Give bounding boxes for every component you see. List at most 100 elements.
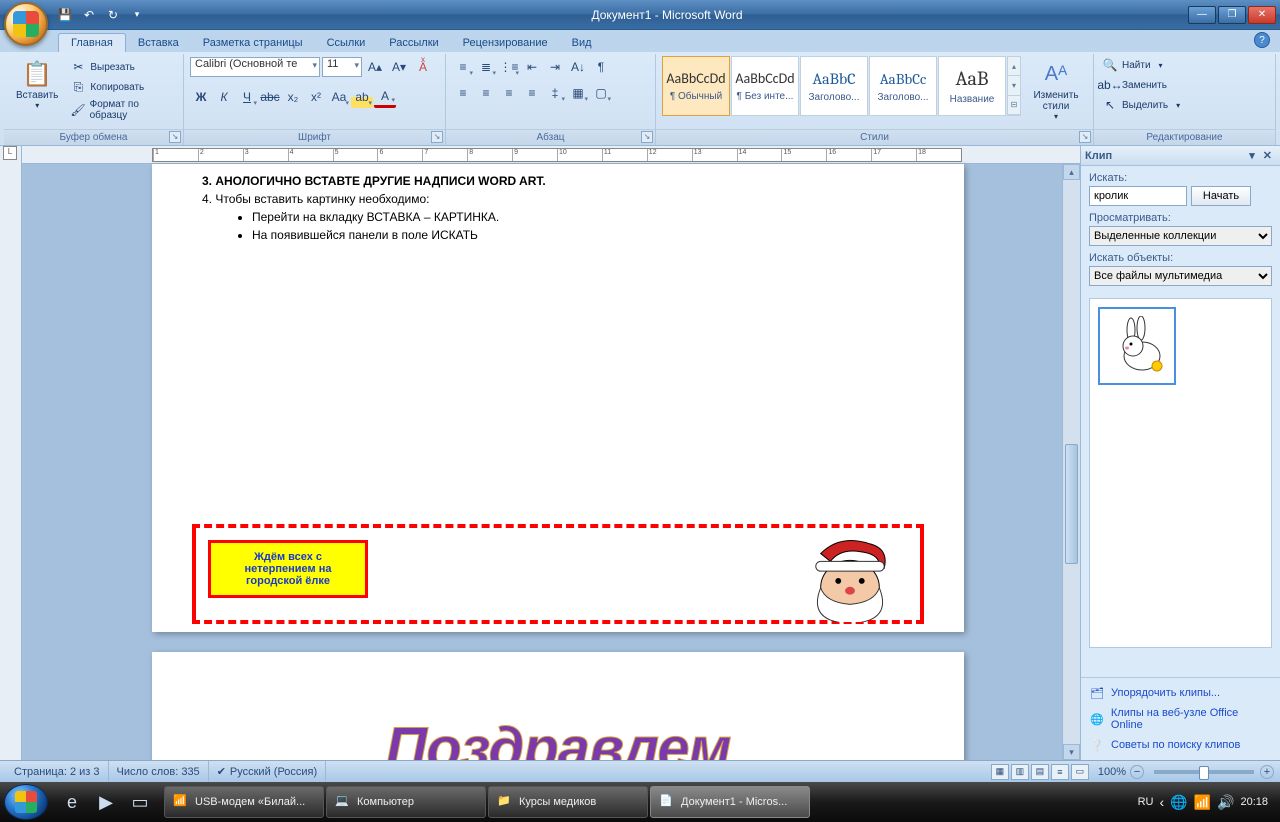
clip-result-rabbit[interactable] [1098, 307, 1176, 385]
style-heading1[interactable]: AaBbCЗаголово... [800, 56, 868, 116]
task-usb-modem[interactable]: 📶USB-модем «Билай... [164, 786, 324, 818]
view-outline[interactable]: ≡ [1051, 764, 1069, 780]
bold-button[interactable]: Ж [190, 86, 212, 108]
zoom-out-button[interactable]: − [1130, 765, 1144, 779]
bullets-button[interactable]: ≡ [452, 56, 474, 78]
tab-home[interactable]: Главная [58, 33, 126, 52]
minimize-button[interactable]: — [1188, 6, 1216, 24]
font-size-combo[interactable]: 11 [322, 57, 362, 77]
qat-more-icon[interactable]: ▾ [128, 6, 146, 24]
tab-references[interactable]: Ссылки [315, 34, 378, 52]
collections-select[interactable]: Выделенные коллекции [1089, 226, 1272, 246]
show-desktop-icon[interactable]: ▭ [126, 788, 154, 816]
tray-expand-icon[interactable]: ‹ [1159, 794, 1164, 810]
superscript-button[interactable]: x² [305, 86, 327, 108]
status-words[interactable]: Число слов: 335 [109, 761, 209, 782]
search-input[interactable] [1089, 186, 1187, 206]
line-spacing-button[interactable]: ‡ [544, 82, 566, 104]
style-title[interactable]: AaBНазвание [938, 56, 1006, 116]
grow-font-button[interactable]: A▴ [364, 56, 386, 78]
styles-dialog-launcher[interactable]: ↘ [1079, 131, 1091, 143]
tab-review[interactable]: Рецензирование [451, 34, 560, 52]
replace-button[interactable]: ab↔Заменить [1100, 76, 1169, 94]
underline-button[interactable]: Ч [236, 86, 258, 108]
shading-button[interactable]: ▦ [567, 82, 589, 104]
ie-icon[interactable]: e [58, 788, 86, 816]
search-go-button[interactable]: Начать [1191, 186, 1251, 206]
close-button[interactable]: ✕ [1248, 6, 1276, 24]
select-button[interactable]: ↖Выделить▾ [1100, 96, 1182, 114]
tab-view[interactable]: Вид [560, 34, 604, 52]
maximize-button[interactable]: ❐ [1218, 6, 1246, 24]
paragraph-dialog-launcher[interactable]: ↘ [641, 131, 653, 143]
multilevel-button[interactable]: ⋮≡ [498, 56, 520, 78]
numbering-button[interactable]: ≣ [475, 56, 497, 78]
scroll-down-button[interactable]: ▾ [1063, 744, 1080, 760]
paste-button[interactable]: 📋 Вставить ▾ [10, 56, 64, 112]
tray-volume-icon[interactable]: 🔊 [1217, 794, 1234, 811]
tray-lang[interactable]: RU [1138, 796, 1154, 808]
task-folder[interactable]: 📁Курсы медиков [488, 786, 648, 818]
start-button[interactable] [4, 784, 48, 820]
media-player-icon[interactable]: ▶ [92, 788, 120, 816]
view-web[interactable]: ▤ [1031, 764, 1049, 780]
view-draft[interactable]: ▭ [1071, 764, 1089, 780]
align-right-button[interactable]: ≡ [498, 82, 520, 104]
view-full-screen[interactable]: ▥ [1011, 764, 1029, 780]
qat-redo-icon[interactable]: ↻ [104, 6, 122, 24]
document-page-2[interactable]: Поздравлем [152, 652, 964, 760]
office-online-link[interactable]: 🌐Клипы на веб-узле Office Online [1089, 704, 1272, 734]
indent-inc-button[interactable]: ⇥ [544, 56, 566, 78]
format-painter-button[interactable]: 🖌Формат по образцу [68, 98, 177, 122]
font-color-button[interactable]: A [374, 86, 396, 108]
shrink-font-button[interactable]: A▾ [388, 56, 410, 78]
types-select[interactable]: Все файлы мультимедиа [1089, 266, 1272, 286]
clipart-dropdown-icon[interactable]: ▾ [1245, 149, 1259, 162]
style-heading2[interactable]: AaBbCcЗаголово... [869, 56, 937, 116]
align-left-button[interactable]: ≡ [452, 82, 474, 104]
scroll-thumb[interactable] [1065, 444, 1078, 564]
organize-clips-link[interactable]: 🗂Упорядочить клипы... [1089, 682, 1272, 704]
change-case-button[interactable]: Aa [328, 86, 350, 108]
style-scroll-up[interactable]: ▴ [1008, 57, 1020, 76]
copy-button[interactable]: ⎘Копировать [68, 78, 177, 96]
style-scroll-down[interactable]: ▾ [1008, 76, 1020, 95]
align-center-button[interactable]: ≡ [475, 82, 497, 104]
search-tips-link[interactable]: ❔Советы по поиску клипов [1089, 734, 1272, 756]
zoom-in-button[interactable]: + [1260, 765, 1274, 779]
tab-page-layout[interactable]: Разметка страницы [191, 34, 315, 52]
task-computer[interactable]: 💻Компьютер [326, 786, 486, 818]
sort-button[interactable]: A↓ [567, 56, 589, 78]
tray-network-icon[interactable]: 🌐 [1170, 794, 1187, 811]
qat-undo-icon[interactable]: ↶ [80, 6, 98, 24]
style-normal[interactable]: AaBbCcDd¶ Обычный [662, 56, 730, 116]
wordart-text[interactable]: Поздравлем [385, 715, 730, 760]
scroll-up-button[interactable]: ▴ [1063, 164, 1080, 180]
tab-insert[interactable]: Вставка [126, 34, 191, 52]
tab-mailings[interactable]: Рассылки [377, 34, 450, 52]
yellow-text-box[interactable]: Ждём всех с нетерпением на городской ёлк… [208, 540, 368, 598]
view-print-layout[interactable]: ▦ [991, 764, 1009, 780]
vertical-scrollbar[interactable]: ▴ ▾ [1062, 164, 1080, 760]
find-button[interactable]: 🔍Найти▾ [1100, 56, 1165, 74]
tab-selector[interactable]: L [3, 146, 17, 160]
status-page[interactable]: Страница: 2 из 3 [6, 761, 109, 782]
change-styles-button[interactable]: Aᴬ Изменить стили ▾ [1025, 56, 1087, 123]
help-button[interactable]: ? [1254, 32, 1270, 48]
qat-save-icon[interactable]: 💾 [56, 6, 74, 24]
zoom-slider[interactable] [1154, 770, 1254, 774]
font-dialog-launcher[interactable]: ↘ [431, 131, 443, 143]
strike-button[interactable]: abc [259, 86, 281, 108]
document-page-1[interactable]: 3. АНОЛОГИЧНО ВСТАВТЕ ДРУГИЕ НАДПИСИ WOR… [152, 164, 964, 632]
italic-button[interactable]: К [213, 86, 235, 108]
status-language[interactable]: ✔Русский (Россия) [209, 761, 327, 782]
clear-format-button[interactable]: Aͯ [412, 56, 434, 78]
style-no-spacing[interactable]: AaBbCcDd¶ Без инте... [731, 56, 799, 116]
cut-button[interactable]: ✂Вырезать [68, 58, 177, 76]
justify-button[interactable]: ≡ [521, 82, 543, 104]
clipart-close-button[interactable]: ✕ [1259, 149, 1276, 162]
task-word[interactable]: 📄Документ1 - Micros... [650, 786, 810, 818]
font-name-combo[interactable]: Calibri (Основной те [190, 57, 320, 77]
zoom-value[interactable]: 100% [1098, 766, 1126, 778]
clipboard-dialog-launcher[interactable]: ↘ [169, 131, 181, 143]
